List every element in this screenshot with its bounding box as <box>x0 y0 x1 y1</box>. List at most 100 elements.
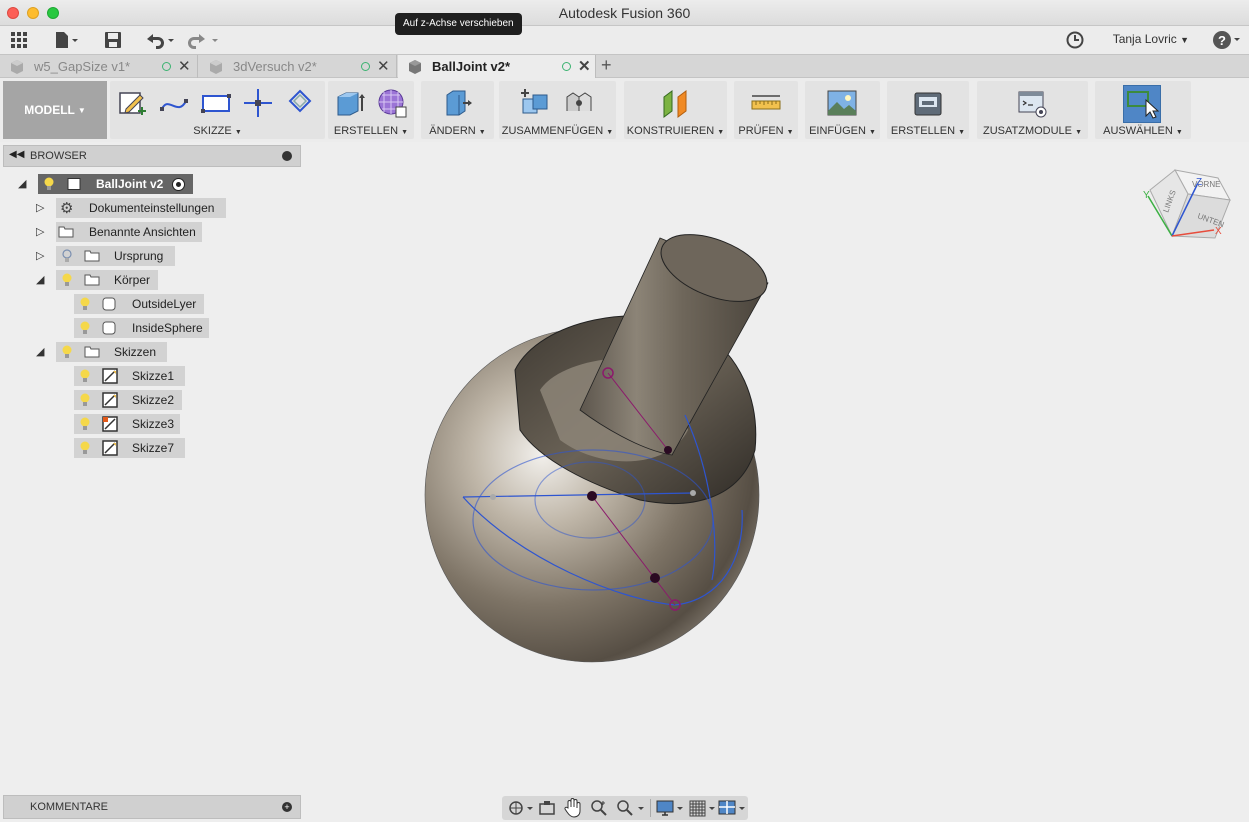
measure-ruler-icon[interactable] <box>750 87 782 119</box>
offset-icon[interactable] <box>284 87 316 119</box>
tab-3dversuch[interactable]: 3dVersuch v2* ✕ <box>199 55 397 78</box>
collapsed-triangle-icon[interactable]: ▷ <box>36 225 44 238</box>
tab-w5-gapsize[interactable]: w5_GapSize v1* ✕ <box>0 55 198 78</box>
expanded-triangle-icon[interactable]: ◢ <box>18 177 26 190</box>
redo-icon[interactable] <box>188 30 220 50</box>
collapsed-triangle-icon[interactable]: ▷ <box>36 201 44 214</box>
file-menu-icon[interactable] <box>54 30 80 50</box>
tree-item-skizze2[interactable]: Skizze2 <box>74 390 194 410</box>
collapse-panel-icon[interactable]: ◀◀ <box>9 149 24 160</box>
tree-item-label: OutsideLyer <box>132 297 197 311</box>
new-tab-plus-icon[interactable]: + <box>601 55 612 76</box>
pan-hand-icon[interactable] <box>564 798 582 818</box>
tree-item-koerper[interactable]: ◢ Körper <box>36 270 236 290</box>
app-title: Autodesk Fusion 360 <box>558 5 691 21</box>
extrude-icon[interactable] <box>334 87 366 119</box>
close-tab-icon[interactable]: ✕ <box>178 57 191 75</box>
tree-item-benannte-ansichten[interactable]: ▷ Benannte Ansichten <box>36 222 236 242</box>
visibility-bulb-off-icon[interactable] <box>62 249 72 263</box>
add-comment-icon[interactable]: + <box>282 802 292 812</box>
toolbar-group-aendern[interactable]: ÄNDERN ▼ <box>421 81 494 139</box>
sketch-point[interactable] <box>690 490 696 496</box>
view-cube[interactable]: LINKS VORNE UNTEN Y Z X <box>1143 169 1231 239</box>
fit-zoom-icon[interactable] <box>616 799 646 817</box>
tree-item-outsidelyer[interactable]: OutsideLyer <box>74 294 214 314</box>
press-pull-icon[interactable] <box>441 87 473 119</box>
joint-icon[interactable] <box>563 87 595 119</box>
toolbar-group-skizze[interactable]: SKIZZE ▼ <box>110 81 325 139</box>
help-icon[interactable]: ? <box>1212 30 1242 50</box>
visibility-bulb-icon[interactable] <box>80 441 90 455</box>
browser-panel-header[interactable]: ◀◀ BROWSER <box>3 145 301 167</box>
activate-radio-icon[interactable] <box>172 178 185 191</box>
tree-root-balljoint[interactable]: ◢ BallJoint v2 <box>18 174 198 194</box>
3d-print-icon[interactable] <box>912 87 944 119</box>
tree-item-skizze1[interactable]: Skizze1 <box>74 366 194 386</box>
3d-viewport[interactable]: LINKS VORNE UNTEN Y Z X <box>305 145 1249 790</box>
sketch-point[interactable] <box>664 446 672 454</box>
save-icon[interactable] <box>104 30 122 50</box>
job-status-clock-icon[interactable] <box>1066 30 1084 50</box>
tree-item-insidesphere[interactable]: InsideSphere <box>74 318 214 338</box>
chevron-down-icon: ▼ <box>606 129 614 136</box>
toolbar-group-zusatzmodule[interactable]: ZUSATZMODULE ▼ <box>977 81 1088 139</box>
chevron-down-icon: ▼ <box>958 129 966 136</box>
orbit-icon[interactable] <box>507 799 535 817</box>
rectangle-icon[interactable] <box>200 87 232 119</box>
visibility-bulb-icon[interactable] <box>80 369 90 383</box>
undo-icon[interactable] <box>144 30 176 50</box>
offset-plane-icon[interactable] <box>660 87 692 119</box>
look-at-icon[interactable] <box>538 799 556 817</box>
close-tab-icon[interactable]: ✕ <box>578 57 591 75</box>
zoom-icon[interactable] <box>590 799 608 817</box>
visibility-bulb-icon[interactable] <box>44 177 54 191</box>
user-name: Tanja Lovric <box>1112 32 1177 46</box>
insert-image-icon[interactable] <box>826 87 858 119</box>
body-icon <box>102 321 116 335</box>
tree-item-skizzen[interactable]: ◢ Skizzen <box>36 342 236 362</box>
toolbar-group-zusammenfuegen[interactable]: ZUSAMMENFÜGEN ▼ <box>499 81 616 139</box>
sketch-point[interactable] <box>490 494 496 500</box>
scripts-addins-icon[interactable] <box>1016 87 1048 119</box>
spline-icon[interactable] <box>158 87 190 119</box>
viewports-icon[interactable] <box>718 799 748 817</box>
visibility-bulb-icon[interactable] <box>80 297 90 311</box>
tab-balljoint[interactable]: BallJoint v2* ✕ <box>398 55 596 78</box>
visibility-bulb-icon[interactable] <box>80 393 90 407</box>
visibility-bulb-icon[interactable] <box>80 321 90 335</box>
tree-item-ursprung[interactable]: ▷ Ursprung <box>36 246 236 266</box>
visibility-bulb-icon[interactable] <box>62 273 72 287</box>
quick-access-bar: Tanja Lovric ▼ ? <box>0 26 1249 54</box>
comments-panel[interactable]: KOMMENTARE + <box>3 795 301 819</box>
close-tab-icon[interactable]: ✕ <box>377 57 390 75</box>
toolbar-group-einfuegen[interactable]: EINFÜGEN ▼ <box>805 81 880 139</box>
toolbar-group-konstruieren[interactable]: KONSTRUIEREN ▼ <box>624 81 727 139</box>
collapsed-triangle-icon[interactable]: ▷ <box>36 249 44 262</box>
visibility-bulb-icon[interactable] <box>62 345 72 359</box>
toolbar-group-pruefen[interactable]: PRÜFEN ▼ <box>734 81 798 139</box>
tree-item-skizze3[interactable]: Skizze3 <box>74 414 194 434</box>
point-icon[interactable] <box>242 87 274 119</box>
toolbar-group-erstellen-2[interactable]: ERSTELLEN ▼ <box>887 81 969 139</box>
sketch-point[interactable] <box>650 573 660 583</box>
sketch-point[interactable] <box>587 491 597 501</box>
create-sketch-icon[interactable] <box>116 87 148 119</box>
tree-item-dokumenteinstellungen[interactable]: ▷ ⚙ Dokumenteinstellungen <box>36 198 236 218</box>
grid-settings-icon[interactable] <box>688 799 718 817</box>
toolbar-group-erstellen[interactable]: ERSTELLEN ▼ <box>328 81 414 139</box>
workspace-label: MODELL <box>24 103 75 117</box>
expanded-triangle-icon[interactable]: ◢ <box>36 273 44 286</box>
expanded-triangle-icon[interactable]: ◢ <box>36 345 44 358</box>
display-settings-icon[interactable] <box>656 799 686 817</box>
workspace-switcher[interactable]: MODELL ▼ <box>3 81 107 139</box>
user-account-menu[interactable]: Tanja Lovric ▼ <box>1113 32 1189 46</box>
select-tool-active[interactable] <box>1123 85 1161 123</box>
form-mesh-icon[interactable] <box>376 87 408 119</box>
gear-icon: ⚙ <box>60 200 74 217</box>
tree-item-skizze7[interactable]: Skizze7 <box>74 438 194 458</box>
minimize-panel-icon[interactable] <box>282 151 292 161</box>
visibility-bulb-icon[interactable] <box>80 417 90 431</box>
data-panel-grid-icon[interactable] <box>10 30 28 50</box>
toolbar-group-auswaehlen[interactable]: AUSWÄHLEN ▼ <box>1095 81 1191 139</box>
new-component-icon[interactable] <box>519 87 551 119</box>
